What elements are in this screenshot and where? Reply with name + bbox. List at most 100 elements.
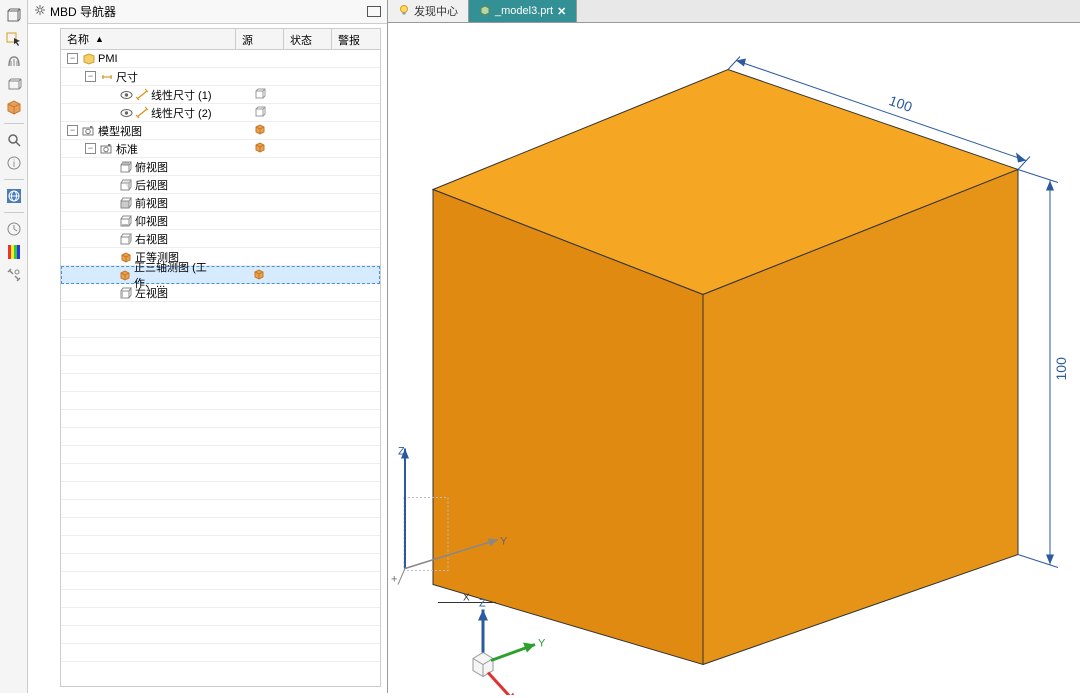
svg-text:Z: Z xyxy=(479,598,486,610)
tool-shade-icon[interactable] xyxy=(3,96,25,118)
tool-tools-icon[interactable] xyxy=(3,264,25,286)
lightbulb-icon xyxy=(398,4,410,19)
navigator-title: MBD 导航器 xyxy=(50,3,367,20)
tree-empty-row xyxy=(61,554,380,572)
scene-svg: 100 100 Z Y + xyxy=(388,23,1080,695)
tree-empty-row xyxy=(61,428,380,446)
orange-cube-icon xyxy=(253,268,265,283)
tree-area: −PMI −尺寸 线性尺寸 (1) 线性尺寸 (2) −模型视图 −标准 俯视图… xyxy=(60,50,381,687)
tree-node-dims[interactable]: −尺寸 xyxy=(61,68,380,86)
sort-asc-icon: ▲ xyxy=(95,34,104,44)
orange-cube-icon xyxy=(254,123,266,138)
settings-icon[interactable] xyxy=(34,4,46,19)
svg-text:Y: Y xyxy=(500,536,508,548)
navigator-header: MBD 导航器 xyxy=(28,0,387,24)
lineardim-icon xyxy=(135,106,149,120)
tab-close-icon[interactable]: ✕ xyxy=(557,5,566,18)
eye-icon[interactable] xyxy=(119,88,133,102)
column-header-alert[interactable]: 警报 xyxy=(332,29,380,49)
orange-cube-icon xyxy=(118,268,132,282)
tabs-bar: 发现中心 _model3.prt ✕ xyxy=(388,0,1080,23)
tree-empty-row xyxy=(61,500,380,518)
tree-node-left-view[interactable]: 左视图 xyxy=(61,284,380,302)
view-front-icon xyxy=(119,196,133,210)
svg-text:+: + xyxy=(391,574,397,586)
tool-select-icon[interactable] xyxy=(3,27,25,49)
svg-text:i: i xyxy=(12,159,14,170)
collapse-icon[interactable]: − xyxy=(85,143,96,154)
tree-node-dim1[interactable]: 线性尺寸 (1) xyxy=(61,86,380,104)
tree-empty-row xyxy=(61,446,380,464)
tree-empty-row xyxy=(61,590,380,608)
view-top-icon xyxy=(119,160,133,174)
tool-search-icon[interactable] xyxy=(3,129,25,151)
column-header-state[interactable]: 状态 xyxy=(284,29,332,49)
axis-y-label: Y xyxy=(538,638,546,650)
dim-top-value: 100 xyxy=(887,92,914,115)
view-right-icon xyxy=(119,232,133,246)
tree-empty-row xyxy=(61,536,380,554)
main-area: 发现中心 _model3.prt ✕ 100 xyxy=(388,0,1080,693)
column-header-row: 名称 ▲ 源 状态 警报 xyxy=(60,28,381,50)
tree-node-standard[interactable]: −标准 xyxy=(61,140,380,158)
tree-node-top-view[interactable]: 俯视图 xyxy=(61,158,380,176)
tool-box-icon[interactable] xyxy=(3,73,25,95)
dim-icon xyxy=(100,70,114,84)
orange-cube-icon xyxy=(254,141,266,156)
tree-node-front-view[interactable]: 前视图 xyxy=(61,194,380,212)
tree-empty-row xyxy=(61,572,380,590)
tree-empty-row xyxy=(61,338,380,356)
tool-shell-icon[interactable] xyxy=(3,50,25,72)
src-cube-icon xyxy=(254,87,266,102)
tree-empty-row xyxy=(61,320,380,338)
svg-text:X: X xyxy=(463,593,470,604)
column-header-name[interactable]: 名称 ▲ xyxy=(61,29,236,49)
part-icon xyxy=(479,4,491,19)
collapse-icon[interactable]: − xyxy=(85,71,96,82)
tool-clock-icon[interactable] xyxy=(3,218,25,240)
tree-node-back-view[interactable]: 后视图 xyxy=(61,176,380,194)
camera-icon xyxy=(82,124,96,138)
column-header-source[interactable]: 源 xyxy=(236,29,284,49)
tree-empty-row xyxy=(61,410,380,428)
dim-right-value: 100 xyxy=(1053,357,1069,381)
minimize-icon[interactable] xyxy=(367,6,381,17)
tree-node-model-views[interactable]: −模型视图 xyxy=(61,122,380,140)
tree-node-right-view[interactable]: 右视图 xyxy=(61,230,380,248)
tool-cube-icon[interactable] xyxy=(3,4,25,26)
lineardim-icon xyxy=(135,88,149,102)
view-back-icon xyxy=(119,178,133,192)
collapse-icon[interactable]: − xyxy=(67,125,78,136)
tool-palette-icon[interactable] xyxy=(3,241,25,263)
view-left-icon xyxy=(119,286,133,300)
tree-node-pmi[interactable]: −PMI xyxy=(61,50,380,68)
navigator-panel: MBD 导航器 名称 ▲ 源 状态 警报 −PMI −尺寸 线性尺寸 (1) 线… xyxy=(28,0,388,693)
pmi-icon xyxy=(82,52,96,66)
src-cube-icon xyxy=(254,105,266,120)
tab-model[interactable]: _model3.prt ✕ xyxy=(469,0,577,22)
tree-node-trimetric[interactable]: 正三轴测图 (工作、... xyxy=(61,266,380,284)
tree-empty-row xyxy=(61,482,380,500)
tree-empty-row xyxy=(61,302,380,320)
collapse-icon[interactable]: − xyxy=(67,53,78,64)
tree-empty-row xyxy=(61,356,380,374)
tool-globe-icon[interactable] xyxy=(3,185,25,207)
tool-info-icon[interactable]: i xyxy=(3,152,25,174)
tree-node-bottom-view[interactable]: 仰视图 xyxy=(61,212,380,230)
tree-empty-row xyxy=(61,644,380,662)
tree-empty-row xyxy=(61,518,380,536)
tree-empty-row xyxy=(61,608,380,626)
tree-empty-row xyxy=(61,392,380,410)
view-bottom-icon xyxy=(119,214,133,228)
viewport-3d[interactable]: 100 100 Z Y + xyxy=(388,23,1080,695)
tree-empty-row xyxy=(61,464,380,482)
tree-empty-row xyxy=(61,374,380,392)
camera-icon xyxy=(100,142,114,156)
dimension-right: 100 xyxy=(1018,170,1069,568)
tab-discovery[interactable]: 发现中心 xyxy=(388,0,469,22)
svg-text:Z: Z xyxy=(398,446,405,458)
tree-node-dim2[interactable]: 线性尺寸 (2) xyxy=(61,104,380,122)
eye-icon[interactable] xyxy=(119,106,133,120)
tree-empty-row xyxy=(61,626,380,644)
left-toolbar: i xyxy=(0,0,28,693)
